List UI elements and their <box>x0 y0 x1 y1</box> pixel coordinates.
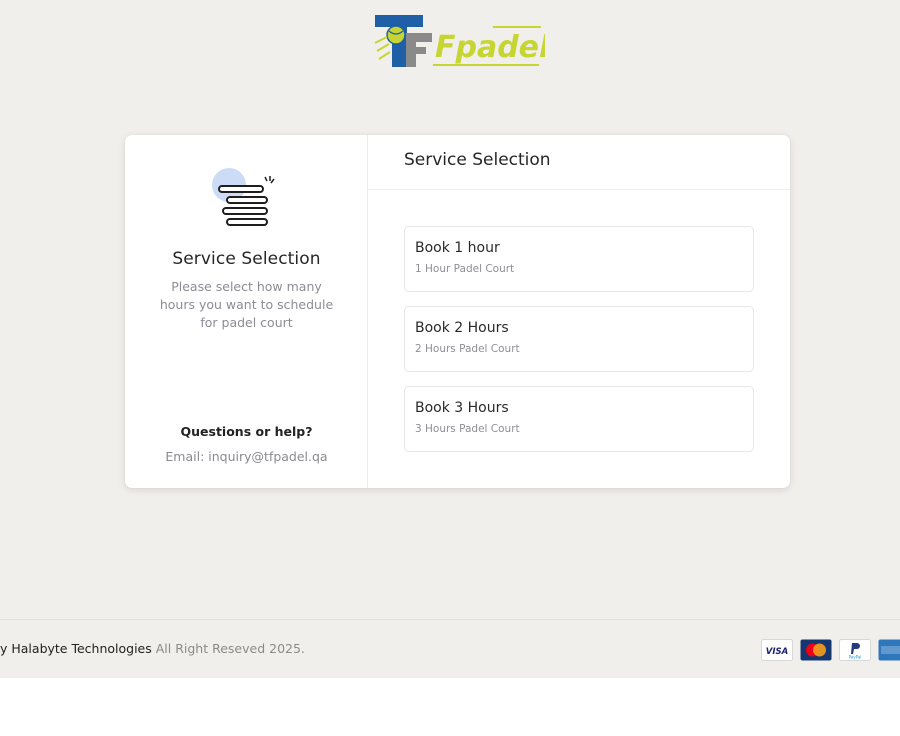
option-book-1-hour[interactable]: Book 1 hour 1 Hour Padel Court <box>404 226 754 292</box>
option-subtitle: 3 Hours Padel Court <box>415 423 520 435</box>
info-panel: Service Selection Please select how many… <box>125 135 368 488</box>
option-book-2-hours[interactable]: Book 2 Hours 2 Hours Padel Court <box>404 306 754 372</box>
help-email-link[interactable]: Email: inquiry@tfpadel.qa <box>125 449 368 464</box>
tfpadel-logo[interactable]: Fpadel <box>373 13 545 69</box>
logo-text: Fpadel <box>435 30 545 65</box>
help-heading: Questions or help? <box>180 424 313 439</box>
option-name: Book 3 Hours <box>415 400 509 416</box>
option-subtitle: 1 Hour Padel Court <box>415 263 515 275</box>
option-book-3-hours[interactable]: Book 3 Hours 3 Hours Padel Court <box>404 386 754 452</box>
option-name: Book 2 Hours <box>415 320 509 336</box>
visa-icon: VISA <box>761 639 793 661</box>
paypal-icon: PayPal <box>839 639 871 661</box>
info-title: Service Selection <box>172 249 321 269</box>
selection-header: Service Selection <box>368 135 790 190</box>
amex-icon <box>878 639 900 661</box>
option-subtitle: 2 Hours Padel Court <box>415 343 520 355</box>
option-name: Book 1 hour <box>415 240 500 256</box>
footer-divider <box>0 619 900 620</box>
paypal-label: PayPal <box>849 655 862 660</box>
visa-label: VISA <box>766 647 788 657</box>
footer-copyright: y Halabyte Technologies All Right Reseve… <box>0 641 305 656</box>
mastercard-icon <box>800 639 832 661</box>
stack-illustration-icon <box>212 168 275 226</box>
footer-rights: All Right Reseved 2025. <box>151 641 305 656</box>
selection-panel: Service Selection Book 1 hour 1 Hour Pad… <box>368 135 790 488</box>
footer-brand[interactable]: y Halabyte Technologies <box>0 641 152 656</box>
service-card: Service Selection Please select how many… <box>125 135 790 488</box>
info-description: Please select how many hours you want to… <box>159 279 334 330</box>
